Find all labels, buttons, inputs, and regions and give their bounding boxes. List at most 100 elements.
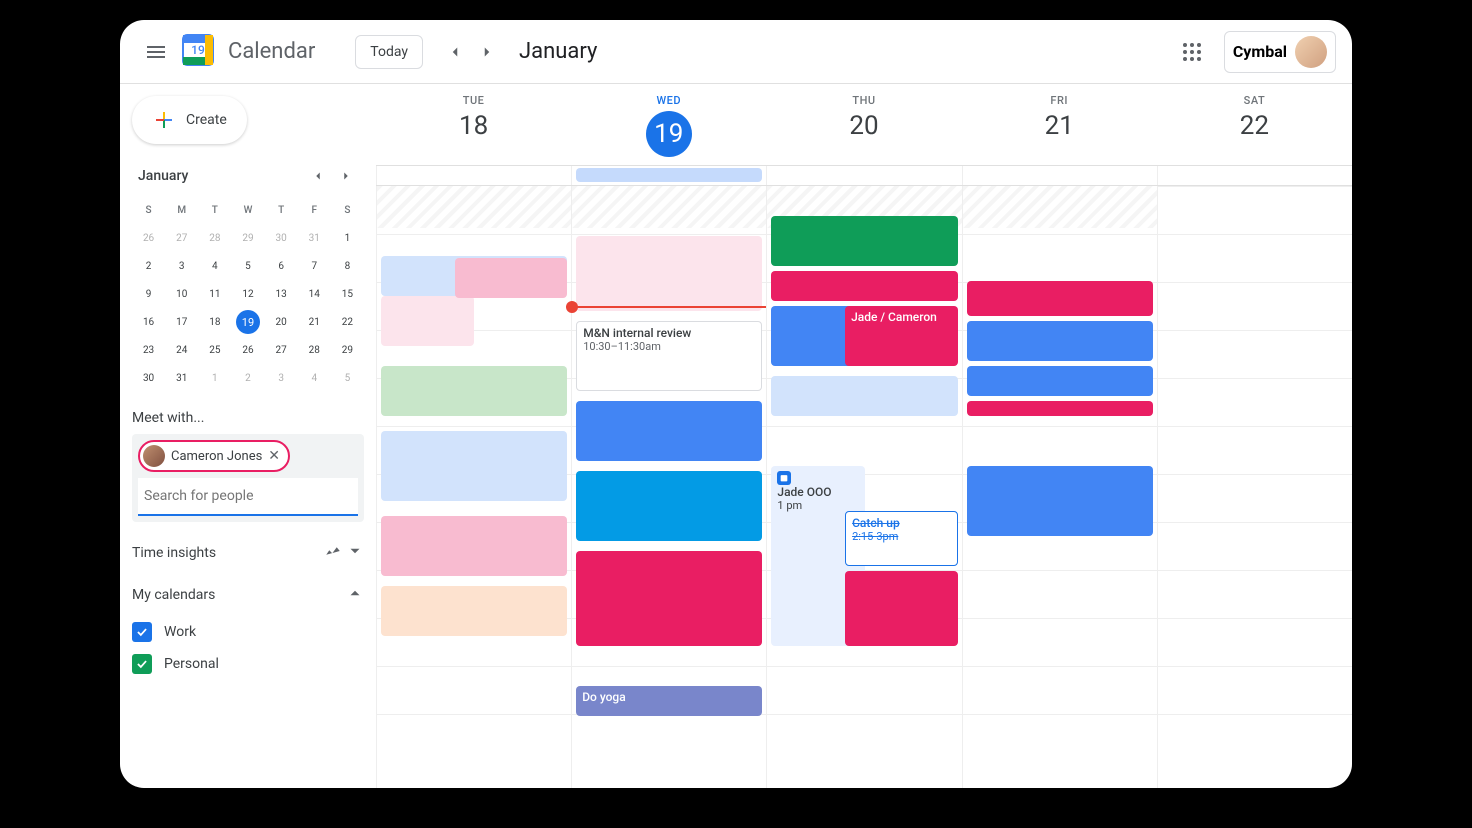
mini-day[interactable]: 12 [231,280,264,308]
mini-day[interactable]: 10 [165,280,198,308]
mini-next-button[interactable] [334,164,358,188]
day-column[interactable] [962,186,1157,788]
mini-day[interactable]: 9 [132,280,165,308]
mini-day[interactable]: 7 [298,252,331,280]
mini-day[interactable]: 14 [298,280,331,308]
mini-day[interactable]: 1 [198,364,231,392]
calendar-item[interactable]: Personal [132,648,364,680]
calendar-event[interactable] [576,401,762,461]
time-insights-row[interactable]: Time insights [132,542,364,564]
calendar-checkbox[interactable] [132,622,152,642]
mini-day[interactable]: 8 [331,252,364,280]
org-switcher[interactable]: Cymbal [1224,31,1336,73]
mini-day[interactable]: 27 [265,336,298,364]
mini-day[interactable]: 22 [331,308,364,336]
mini-day[interactable]: 30 [132,364,165,392]
calendar-event[interactable] [771,376,957,416]
my-calendars-toggle[interactable]: My calendars [132,584,364,606]
allday-cell[interactable] [962,166,1157,185]
mini-day[interactable]: 30 [265,224,298,252]
mini-day[interactable]: 26 [132,224,165,252]
mini-day[interactable]: 1 [331,224,364,252]
create-button[interactable]: Create [132,96,247,144]
day-column[interactable] [1157,186,1352,788]
calendar-event[interactable] [576,236,762,311]
mini-day[interactable]: 29 [331,336,364,364]
mini-day[interactable]: 21 [298,308,331,336]
mini-prev-button[interactable] [306,164,330,188]
calendar-event[interactable]: Jade / Cameron [845,306,958,366]
allday-cell[interactable] [766,166,961,185]
calendar-event[interactable] [967,366,1153,396]
mini-day[interactable]: 17 [165,308,198,336]
allday-event[interactable] [576,168,762,182]
calendar-event[interactable] [967,321,1153,361]
day-column[interactable]: M&N internal review10:30–11:30am Do yoga [571,186,766,788]
mini-day[interactable]: 3 [165,252,198,280]
calendar-event[interactable] [771,216,957,266]
hamburger-menu-icon[interactable] [136,32,176,72]
mini-day[interactable]: 4 [198,252,231,280]
calendar-event[interactable] [967,401,1153,416]
mini-day[interactable]: 2 [132,252,165,280]
mini-day[interactable]: 26 [231,336,264,364]
mini-day[interactable]: 20 [265,308,298,336]
allday-cell[interactable] [376,166,571,185]
allday-cell[interactable] [1157,166,1352,185]
prev-week-button[interactable] [439,36,471,68]
mini-day[interactable]: 3 [265,364,298,392]
today-button[interactable]: Today [355,35,423,69]
calendar-event[interactable] [967,281,1153,316]
day-header[interactable]: THU20 [766,94,961,165]
mini-day[interactable]: 23 [132,336,165,364]
mini-day[interactable]: 29 [231,224,264,252]
calendar-event[interactable] [381,431,567,501]
mini-day[interactable]: 5 [331,364,364,392]
mini-day[interactable]: 5 [231,252,264,280]
calendar-event[interactable] [381,586,567,636]
calendar-event[interactable] [381,366,567,416]
next-week-button[interactable] [471,36,503,68]
mini-day[interactable]: 15 [331,280,364,308]
calendar-event[interactable] [845,571,958,646]
mini-day[interactable]: 11 [198,280,231,308]
calendar-item[interactable]: Work [132,616,364,648]
search-people-input[interactable] [138,478,358,516]
calendar-event[interactable]: Catch up2:15-3pm [845,511,958,566]
mini-day[interactable]: 19 [231,308,264,336]
mini-day[interactable]: 18 [198,308,231,336]
calendar-checkbox[interactable] [132,654,152,674]
calendar-event[interactable] [576,551,762,646]
user-avatar[interactable] [1295,36,1327,68]
calendar-event[interactable] [967,466,1153,536]
mini-day[interactable]: 31 [298,224,331,252]
mini-day[interactable]: 4 [298,364,331,392]
calendar-event[interactable] [576,471,762,541]
day-header[interactable]: WED19 [571,94,766,165]
mini-day[interactable]: 27 [165,224,198,252]
allday-cell[interactable] [571,166,766,185]
google-apps-icon[interactable] [1172,32,1212,72]
mini-day[interactable]: 16 [132,308,165,336]
mini-day[interactable]: 25 [198,336,231,364]
day-header[interactable]: SAT22 [1157,94,1352,165]
calendar-event[interactable] [381,296,474,346]
day-header[interactable]: FRI21 [962,94,1157,165]
mini-day[interactable]: 6 [265,252,298,280]
person-chip[interactable]: Cameron Jones ✕ [138,440,290,472]
calendar-event[interactable]: M&N internal review10:30–11:30am [576,321,762,391]
mini-day[interactable]: 2 [231,364,264,392]
day-column[interactable] [376,186,571,788]
calendar-event[interactable] [381,516,567,576]
day-header[interactable]: TUE18 [376,94,571,165]
mini-day[interactable]: 31 [165,364,198,392]
chip-remove-icon[interactable]: ✕ [268,448,280,464]
mini-day[interactable]: 24 [165,336,198,364]
mini-day[interactable]: 13 [265,280,298,308]
calendar-event[interactable]: Do yoga [576,686,762,716]
mini-day[interactable]: 28 [298,336,331,364]
calendar-event[interactable] [455,258,568,298]
calendar-event[interactable] [771,271,957,301]
day-column[interactable]: Jade / CameronJade OOO1 pmCatch up2:15-3… [766,186,961,788]
mini-day[interactable]: 28 [198,224,231,252]
